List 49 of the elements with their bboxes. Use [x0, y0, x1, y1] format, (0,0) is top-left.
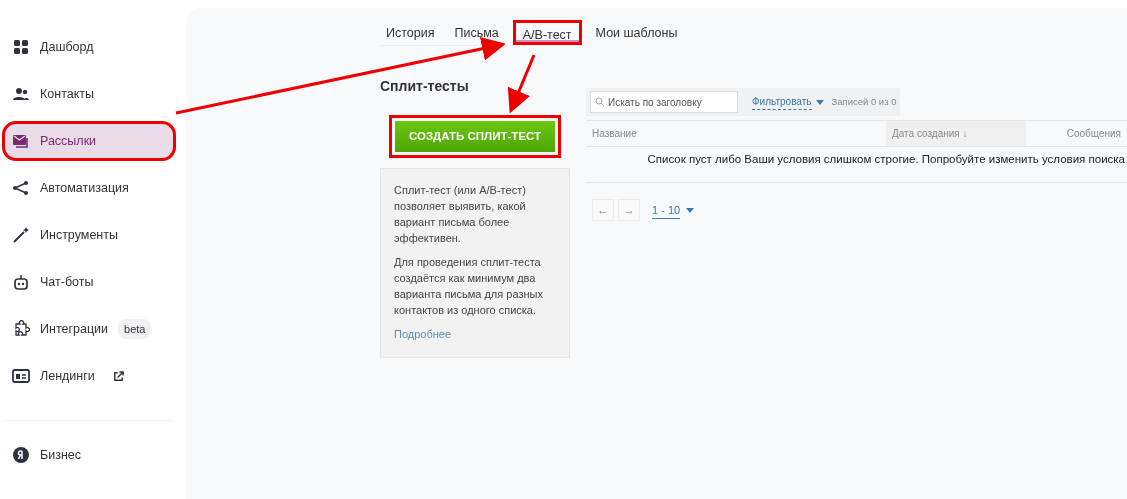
info-paragraph: Для проведения сплит-теста создаётся как минимум два варианта письма для разных контактов из одного списка.	[394, 255, 544, 318]
column-header[interactable]: Сообщения	[1060, 121, 1127, 146]
robot-icon	[12, 273, 30, 291]
external-link-icon	[112, 370, 124, 382]
tab[interactable]: A/B-тест	[512, 20, 582, 45]
sidebar-label: Дашборд	[40, 38, 94, 56]
nodes-icon	[12, 179, 30, 197]
sidebar-label: Лендинги	[40, 367, 95, 385]
letter-circle-icon	[12, 446, 30, 464]
empty-message: Список пуст либо Ваши условия слишком строгие. Попробуйте изменить условия поиска	[586, 147, 1127, 184]
sidebar-item[interactable]: Автоматизация	[2, 168, 176, 208]
sidebar-item[interactable]: Инструменты	[2, 215, 176, 255]
search-placeholder: Искать по заголовку	[608, 95, 702, 110]
caret-icon	[686, 207, 695, 213]
tab[interactable]: Письма	[448, 20, 505, 45]
column-header[interactable]: Название	[586, 121, 886, 146]
layout-icon	[12, 367, 30, 385]
sidebar-item[interactable]: Лендинги	[2, 356, 176, 396]
tab[interactable]: История	[380, 20, 441, 45]
beta-badge: beta	[118, 318, 152, 340]
section-heading: Сплит-тесты	[380, 77, 470, 96]
grid-icon	[12, 38, 30, 56]
records-count: Записей 0 из 0	[831, 94, 897, 109]
sidebar-label: Рассылки	[40, 132, 97, 150]
tab[interactable]: Мои шаблоны	[589, 20, 684, 45]
sidebar-item[interactable]: Рассылки	[2, 121, 176, 161]
sidebar-item[interactable]: Бизнес	[2, 435, 176, 475]
search-icon	[595, 97, 605, 107]
sidebar-label: Инструменты	[40, 226, 118, 244]
sidebar-label: Интеграции	[40, 320, 108, 338]
filter-link[interactable]: Фильтровать	[752, 94, 812, 110]
magic-wand-icon	[12, 226, 30, 244]
previous-page-button[interactable]: ←	[592, 199, 614, 222]
next-page-button[interactable]: →	[618, 199, 640, 222]
sidebar-label: Контакты	[40, 85, 94, 103]
sidebar-label: Автоматизация	[40, 179, 129, 197]
sidebar-item[interactable]: Чат-боты	[2, 262, 176, 302]
sidebar-item[interactable]: Контакты	[2, 74, 176, 114]
page-range-link[interactable]: 1 - 10	[652, 201, 681, 219]
info-paragraph: Сплит-тест (или A/B-тест) позволяет выявить, какой вариант письма более эффективен.	[394, 183, 527, 247]
sidebar-item[interactable]: Дашборд	[2, 27, 176, 67]
people-icon	[12, 85, 30, 103]
sidebar-item[interactable]: Интеграции beta	[2, 309, 176, 349]
caret-icon	[815, 99, 824, 105]
sidebar-label: Чат-боты	[40, 273, 94, 291]
search-field[interactable]: Искать по заголовку	[590, 91, 738, 113]
envelope-icon	[12, 132, 30, 150]
puzzle-icon	[12, 320, 30, 338]
sidebar-label: Бизнес	[40, 446, 82, 464]
